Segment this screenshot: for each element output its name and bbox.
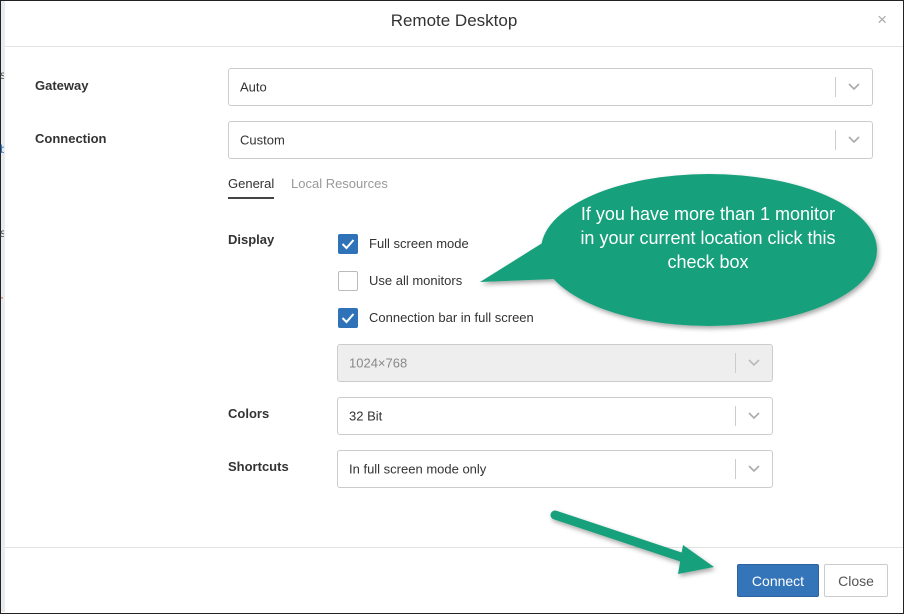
callout-text: If you have more than 1 monitor in your … xyxy=(580,204,836,272)
annotation-overlay xyxy=(480,174,877,574)
arrow-icon xyxy=(550,510,714,574)
